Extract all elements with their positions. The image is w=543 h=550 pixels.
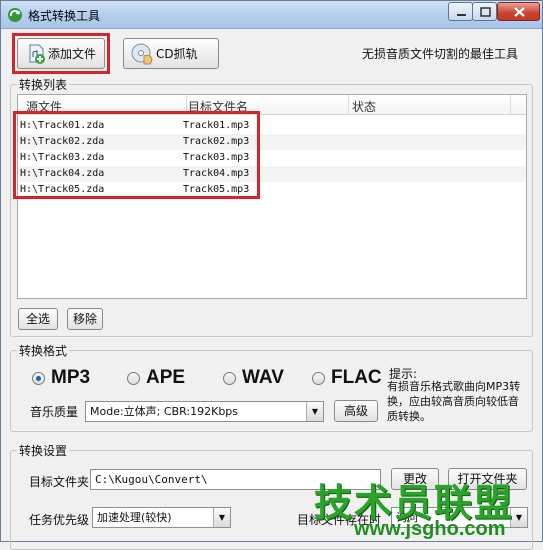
app-icon [8, 8, 22, 22]
close-button[interactable] [497, 2, 540, 21]
advanced-button[interactable]: 高级 [334, 400, 378, 422]
priority-value: 加速处理(较快) [97, 511, 172, 524]
quality-label: 音乐质量 [30, 405, 79, 419]
column-status[interactable]: 状态 [352, 98, 376, 115]
maximize-icon [480, 7, 491, 17]
slogan: 无损音质文件切割的最佳工具 [362, 47, 519, 61]
priority-label: 任务优先级 [29, 513, 90, 527]
radio-ape[interactable] [127, 372, 140, 385]
close-icon [514, 7, 525, 17]
window-title: 格式转换工具 [28, 9, 101, 23]
app-window: 格式转换工具 添加文件 CD抓轨 无损音质文件切割的最佳工具 转换列表 源文件 … [0, 0, 543, 550]
format-ape-label: APE [146, 367, 186, 388]
conversion-list-label: 转换列表 [17, 76, 70, 93]
radio-flac[interactable] [312, 372, 325, 385]
select-all-button[interactable]: 全选 [18, 308, 58, 330]
hint-body: 有损音乐格式歌曲向MP3转换，应由较高音质向较低音质转换。 [387, 380, 521, 423]
radio-wav[interactable] [223, 372, 236, 385]
quality-value: Mode:立体声; CBR:192Kbps [90, 405, 239, 418]
watermark-url: www.jsgho.com [354, 518, 506, 540]
maximize-button[interactable] [472, 2, 497, 21]
format-mp3-label: MP3 [51, 367, 91, 388]
format-group-label: 转换格式 [17, 342, 70, 359]
format-flac-label: FLAC [331, 367, 382, 388]
quality-select[interactable]: Mode:立体声; CBR:192Kbps ▼ [85, 401, 324, 422]
target-folder-label: 目标文件夹 [29, 475, 90, 489]
highlight-frame-file-list [13, 111, 260, 199]
highlight-frame-add-file [12, 33, 110, 74]
remove-button[interactable]: 移除 [67, 308, 103, 330]
minimize-icon [457, 14, 466, 16]
title-bar[interactable]: 格式转换工具 [1, 1, 542, 29]
cd-rip-button[interactable]: CD抓轨 [123, 38, 219, 69]
chevron-down-icon[interactable]: ▼ [213, 508, 230, 527]
cd-rip-label: CD抓轨 [156, 47, 198, 61]
radio-mp3[interactable] [32, 372, 45, 385]
format-wav-label: WAV [242, 367, 284, 388]
settings-group-label: 转换设置 [17, 442, 70, 459]
minimize-button[interactable] [448, 2, 473, 21]
cd-hand-icon [131, 43, 153, 64]
priority-select[interactable]: 加速处理(较快) ▼ [92, 507, 231, 528]
chevron-down-icon[interactable]: ▼ [306, 402, 323, 421]
